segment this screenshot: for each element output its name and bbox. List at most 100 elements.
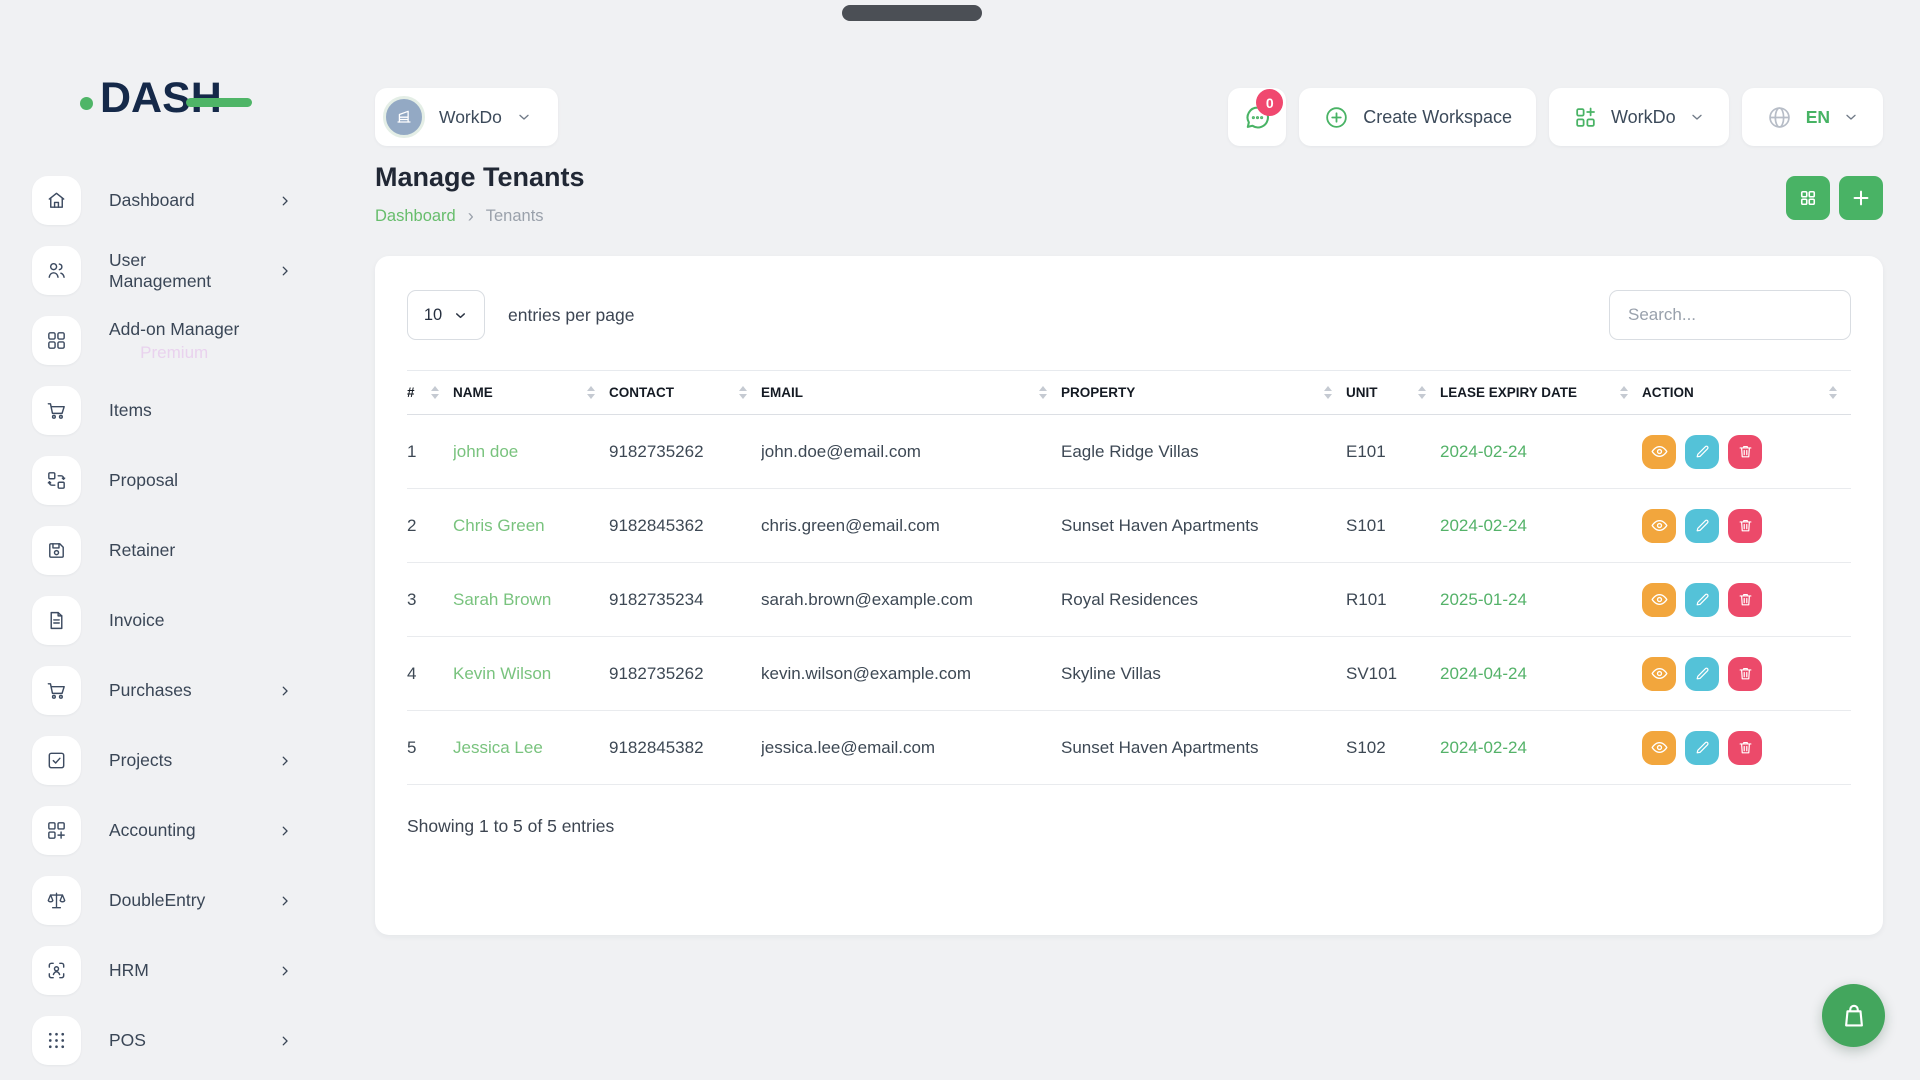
sidebar-item-addon-manager[interactable]: Add-on Manager Premium: [32, 316, 356, 365]
edit-button[interactable]: [1685, 731, 1719, 765]
lease-expiry-date: 2024-04-24: [1440, 664, 1527, 683]
sidebar-item-accounting[interactable]: Accounting: [32, 806, 356, 855]
sidebar-item-label: POS: [109, 1030, 146, 1051]
delete-button[interactable]: [1728, 583, 1762, 617]
chevron-down-icon: [516, 109, 532, 125]
tenant-contact: 9182735234: [609, 563, 761, 637]
column-header-property[interactable]: PROPERTY: [1061, 371, 1346, 415]
edit-button[interactable]: [1685, 509, 1719, 543]
tenants-table: # NAME CONTACT EMAIL PROPERTY UNIT LEASE…: [407, 370, 1851, 785]
tenant-contact: 9182845382: [609, 711, 761, 785]
sidebar-item-items[interactable]: Items: [32, 386, 356, 435]
workspace-name: WorkDo: [439, 107, 502, 128]
sidebar-item-label: Add-on Manager: [109, 319, 239, 340]
row-index: 4: [407, 637, 453, 711]
main-content: WorkDo 0 Create Workspace WorkDo: [356, 0, 1920, 1080]
tenant-name-link[interactable]: john doe: [453, 442, 518, 461]
delete-button[interactable]: [1728, 731, 1762, 765]
tenant-name-link[interactable]: Chris Green: [453, 516, 545, 535]
table-header-row: # NAME CONTACT EMAIL PROPERTY UNIT LEASE…: [407, 371, 1851, 415]
pencil-icon: [1694, 443, 1711, 460]
pos-icon: [32, 1016, 81, 1065]
column-header-unit[interactable]: UNIT: [1346, 371, 1440, 415]
sidebar-item-doubleentry[interactable]: DoubleEntry: [32, 876, 356, 925]
view-button[interactable]: [1642, 583, 1676, 617]
column-header-email[interactable]: EMAIL: [761, 371, 1061, 415]
sidebar-item-projects[interactable]: Projects: [32, 736, 356, 785]
chevron-right-icon: [278, 1034, 292, 1048]
tenant-name-link[interactable]: Sarah Brown: [453, 590, 551, 609]
sidebar-item-dashboard[interactable]: Dashboard: [32, 176, 356, 225]
sidebar-item-hrm[interactable]: HRM: [32, 946, 356, 995]
chevron-down-icon: [1843, 109, 1859, 125]
search-input[interactable]: [1609, 290, 1851, 340]
lease-expiry-date: 2024-02-24: [1440, 442, 1527, 461]
view-button[interactable]: [1642, 657, 1676, 691]
delete-button[interactable]: [1728, 509, 1762, 543]
tenant-property: Skyline Villas: [1061, 637, 1346, 711]
breadcrumb: Dashboard › Tenants: [375, 206, 585, 227]
sidebar-item-purchases[interactable]: Purchases: [32, 666, 356, 715]
home-icon: [32, 176, 81, 225]
plus-circle-icon: [1323, 104, 1350, 131]
row-index: 5: [407, 711, 453, 785]
view-button[interactable]: [1642, 509, 1676, 543]
sidebar-item-pos[interactable]: POS: [32, 1016, 356, 1065]
view-button[interactable]: [1642, 731, 1676, 765]
sidebar-item-label: DoubleEntry: [109, 890, 205, 911]
column-header-action[interactable]: ACTION: [1642, 371, 1851, 415]
breadcrumb-dashboard-link[interactable]: Dashboard: [375, 207, 456, 226]
view-button[interactable]: [1642, 435, 1676, 469]
column-header-lease-expiry[interactable]: LEASE EXPIRY DATE: [1440, 371, 1642, 415]
breadcrumb-separator: ›: [468, 206, 474, 227]
workspace-selector[interactable]: WorkDo: [375, 88, 558, 146]
projects-icon: [32, 736, 81, 785]
eye-icon: [1650, 664, 1669, 683]
column-header-index[interactable]: #: [407, 371, 453, 415]
delete-button[interactable]: [1728, 435, 1762, 469]
sidebar-item-label: Retainer: [109, 540, 175, 561]
breadcrumb-current: Tenants: [486, 207, 544, 226]
eye-icon: [1650, 738, 1669, 757]
pencil-icon: [1694, 665, 1711, 682]
app-logo: DASH: [80, 72, 356, 124]
edit-button[interactable]: [1685, 583, 1719, 617]
sort-icon: [1039, 386, 1047, 399]
cart-icon: [32, 666, 81, 715]
tenant-unit: SV101: [1346, 637, 1440, 711]
retainer-icon: [32, 526, 81, 575]
sort-icon: [1829, 386, 1837, 399]
sidebar-item-proposal[interactable]: Proposal: [32, 456, 356, 505]
sort-icon: [1418, 386, 1426, 399]
sidebar-item-invoice[interactable]: Invoice: [32, 596, 356, 645]
store-fab-button[interactable]: [1822, 984, 1885, 1047]
column-header-name[interactable]: NAME: [453, 371, 609, 415]
create-workspace-button[interactable]: Create Workspace: [1299, 88, 1536, 146]
sidebar-item-retainer[interactable]: Retainer: [32, 526, 356, 575]
language-selector[interactable]: EN: [1742, 88, 1883, 146]
chevron-right-icon: [278, 754, 292, 768]
globe-icon: [1766, 104, 1793, 131]
entries-per-page-select[interactable]: 10: [407, 290, 485, 340]
eye-icon: [1650, 516, 1669, 535]
table-row: 2 Chris Green 9182845362 chris.green@ema…: [407, 489, 1851, 563]
tenant-name-link[interactable]: Kevin Wilson: [453, 664, 551, 683]
tenant-property: Royal Residences: [1061, 563, 1346, 637]
shopping-bag-icon: [1839, 1001, 1869, 1031]
table-row: 5 Jessica Lee 9182845382 jessica.lee@ema…: [407, 711, 1851, 785]
workspace-menu-button[interactable]: WorkDo: [1549, 88, 1729, 146]
edit-button[interactable]: [1685, 435, 1719, 469]
grid-view-button[interactable]: [1786, 176, 1830, 220]
delete-button[interactable]: [1728, 657, 1762, 691]
edit-button[interactable]: [1685, 657, 1719, 691]
sidebar-item-label: HRM: [109, 960, 149, 981]
add-tenant-button[interactable]: [1839, 176, 1883, 220]
messages-button[interactable]: 0: [1228, 88, 1286, 146]
column-header-contact[interactable]: CONTACT: [609, 371, 761, 415]
tenant-name-link[interactable]: Jessica Lee: [453, 738, 543, 757]
trash-icon: [1737, 591, 1754, 608]
sidebar-menu: Dashboard User Management Add-on Manager…: [0, 176, 356, 1065]
proposal-icon: [32, 456, 81, 505]
sidebar-item-user-management[interactable]: User Management: [32, 246, 356, 295]
lease-expiry-date: 2024-02-24: [1440, 516, 1527, 535]
